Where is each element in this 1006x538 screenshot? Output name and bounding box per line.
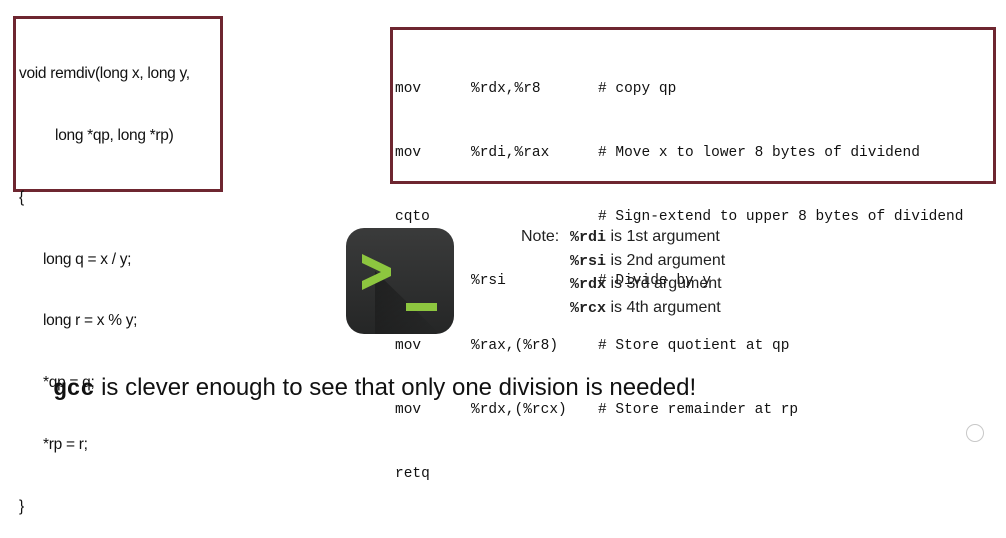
assembly-comment [598,464,993,485]
assembly-opcode: cqto [395,209,430,226]
assembly-comment: # copy qp [598,80,677,97]
assembly-operands: %rdx,%r8 [471,80,541,97]
assembly-operands: %rdi,%rax [471,145,550,162]
register-description: is 2nd argument [606,251,726,269]
c-code-line: long q = x / y; [19,250,132,268]
c-code-line: *rp = r; [19,435,88,453]
terminal-icon [345,227,455,335]
c-code-box: void remdiv(long x, long y, long *qp, lo… [13,16,223,515]
assembly-comment: # Store quotient at qp [598,337,790,354]
note-row: Note: %rdi is 1st argument [521,226,725,250]
c-code-line: long *qp, long *rp) [19,126,174,144]
c-code-line: } [19,497,24,515]
register-name: %rsi [570,252,607,270]
assembly-comment: # Store remainder at rp [598,401,799,418]
register-note: Note: %rdi is 1st argument %rsi is 2nd ar… [521,226,725,320]
assembly-opcode: mov [395,80,422,97]
c-code-line: { [19,188,24,206]
footer-caption: gcc is clever enough to see that only on… [53,374,696,402]
assembly-operands [471,464,598,485]
c-code-line: long r = x % y; [19,312,138,330]
register-description: is 1st argument [606,228,720,245]
assembly-opcode: mov [395,401,422,418]
note-row: %rcx is 4th argument [521,297,725,321]
assembly-operands: %rdx,(%rcx) [471,401,567,418]
register-description: is 3rd argument [606,275,722,293]
assembly-row: mov %rdx,(%rcx) # Store remainder at rp [395,400,993,421]
assembly-opcode: mov [395,145,422,162]
assembly-row: retq [395,464,993,485]
register-name: %rcx [570,299,607,317]
assembly-code-box: mov %rdx,%r8 # copy qp mov %rdi,%rax # M… [390,27,996,482]
assembly-row: mov %rax,(%r8) # Store quotient at qp [395,336,993,357]
register-name: %rdx [570,276,607,294]
note-row: %rsi is 2nd argument [521,250,725,274]
assembly-comment: # Move x to lower 8 bytes of dividend [598,145,920,162]
assembly-row: mov %rdx,%r8 # copy qp [395,79,993,100]
assembly-operands: %rax,(%r8) [471,337,559,354]
note-row: %rdx is 3rd argument [521,273,725,297]
register-name: %rdi [570,229,607,246]
footer-text: is clever enough to see that only one di… [94,374,697,401]
assembly-row: mov %rdi,%rax # Move x to lower 8 bytes … [395,143,993,164]
corner-circle-icon [966,424,984,442]
register-description: is 4th argument [606,298,721,316]
note-label: Note: [521,228,560,245]
footer-code: gcc [53,376,95,402]
assembly-opcode: mov [395,337,422,354]
c-code-line: void remdiv(long x, long y, [19,65,190,83]
assembly-opcode: retq [395,466,430,483]
